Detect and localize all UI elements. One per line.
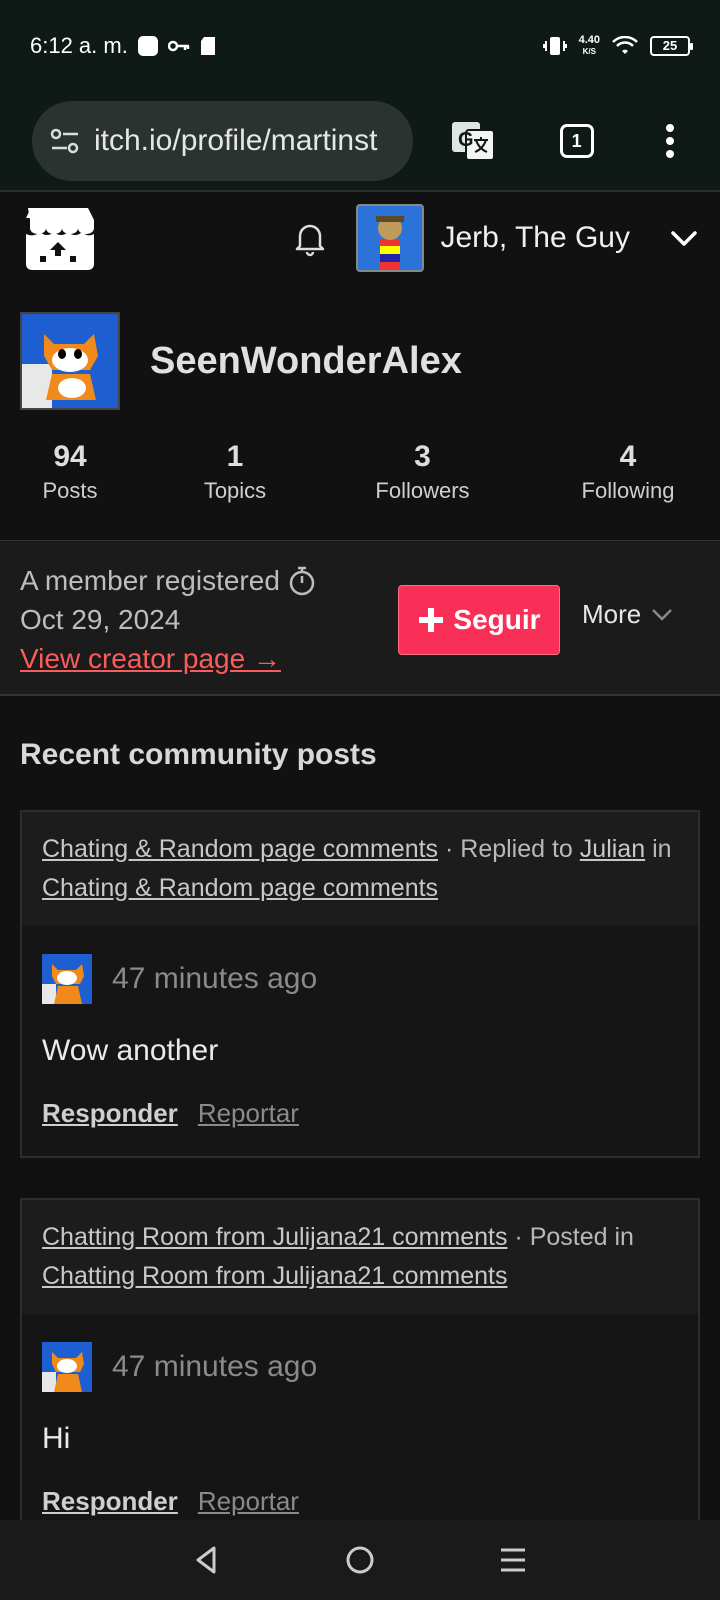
stat-label: Posts bbox=[42, 478, 98, 503]
stat-number: 4 bbox=[619, 440, 637, 473]
status-bar: 6:12 a. m. 4.40 K/S 25 bbox=[0, 0, 720, 92]
report-link[interactable]: Reportar bbox=[198, 1098, 299, 1129]
more-label: More bbox=[582, 599, 642, 629]
recents-icon[interactable] bbox=[498, 1545, 528, 1575]
profile-avatar bbox=[20, 312, 120, 410]
post-actions: Responder Reportar bbox=[42, 1098, 678, 1157]
view-creator-page-link[interactable]: View creator page → bbox=[20, 639, 316, 678]
back-icon[interactable] bbox=[192, 1545, 222, 1575]
reply-link[interactable]: Responder bbox=[42, 1486, 178, 1517]
url-text: itch.io/profile/martinst bbox=[94, 124, 378, 157]
chevron-down-icon[interactable] bbox=[668, 222, 700, 254]
tab-count: 1 bbox=[559, 124, 594, 158]
user-name[interactable]: Jerb, The Guy bbox=[440, 221, 630, 255]
stat-topics[interactable]: 1 Topics bbox=[190, 440, 280, 504]
more-dropdown[interactable]: More bbox=[582, 599, 673, 630]
post-context: Chating & Random page comments · Replied… bbox=[22, 812, 698, 926]
notifications-bell-icon[interactable] bbox=[290, 218, 330, 258]
member-info: A member registered Oct 29, 2024 View cr… bbox=[20, 561, 316, 678]
itch-logo-icon[interactable] bbox=[20, 202, 96, 274]
status-system-icons: 4.40 K/S 25 bbox=[542, 34, 693, 57]
sd-card-icon bbox=[200, 37, 215, 55]
stat-posts[interactable]: 94 Posts bbox=[30, 440, 110, 504]
topic-link[interactable]: Chating & Random page comments bbox=[42, 835, 438, 863]
status-notification-icons bbox=[137, 36, 216, 56]
post-body: 47 minutes ago Hi Responder Reportar bbox=[22, 1314, 698, 1545]
post-timestamp[interactable]: 47 minutes ago bbox=[112, 962, 317, 996]
section-title: Recent community posts bbox=[20, 738, 377, 771]
stat-number: 1 bbox=[226, 440, 244, 473]
svg-text:G: G bbox=[458, 129, 474, 151]
follow-button[interactable]: Seguir bbox=[398, 585, 560, 655]
network-speed: 4.40 K/S bbox=[578, 34, 600, 57]
wifi-icon bbox=[612, 36, 638, 54]
post-author-avatar[interactable] bbox=[42, 1342, 92, 1392]
site-settings-icon[interactable] bbox=[50, 128, 80, 154]
home-icon[interactable] bbox=[345, 1545, 375, 1575]
key-icon bbox=[167, 40, 190, 52]
post-timestamp[interactable]: 47 minutes ago bbox=[112, 1350, 317, 1384]
post-text: Wow another bbox=[42, 1034, 219, 1067]
post-author-avatar[interactable] bbox=[42, 954, 92, 1004]
post-body: 47 minutes ago Wow another Responder Rep… bbox=[22, 926, 698, 1157]
post-meta: 47 minutes ago bbox=[42, 1342, 678, 1392]
more-vert-icon bbox=[666, 124, 675, 158]
stat-followers[interactable]: 3 Followers bbox=[360, 440, 485, 504]
profile-header: SeenWonderAlex bbox=[20, 312, 462, 410]
community-post: Chatting Room from Julijana21 comments ·… bbox=[20, 1198, 700, 1538]
status-time: 6:12 a. m. bbox=[30, 33, 128, 58]
translate-button[interactable]: G bbox=[443, 111, 503, 171]
stat-label: Followers bbox=[375, 478, 470, 503]
stat-label: Topics bbox=[203, 478, 267, 503]
author-avatar-image bbox=[42, 954, 92, 1004]
translate-icon: G bbox=[452, 122, 496, 161]
site-header: Jerb, The Guy bbox=[0, 192, 720, 284]
author-avatar-image bbox=[42, 1342, 92, 1392]
vibrate-icon bbox=[542, 37, 567, 55]
member-registered-text: A member registered bbox=[20, 565, 280, 596]
post-context: Chatting Room from Julijana21 comments ·… bbox=[22, 1200, 698, 1314]
browser-toolbar: itch.io/profile/martinst G 1 bbox=[0, 92, 720, 192]
chevron-down-icon bbox=[652, 608, 673, 621]
stat-following[interactable]: 4 Following bbox=[566, 440, 690, 504]
browser-menu-button[interactable] bbox=[640, 111, 700, 171]
stat-number: 94 bbox=[53, 440, 87, 473]
plus-icon bbox=[419, 608, 444, 632]
post-meta: 47 minutes ago bbox=[42, 954, 678, 1004]
post-text: Hi bbox=[42, 1422, 71, 1455]
app-notification-icon bbox=[137, 36, 158, 56]
topic-link[interactable]: Chatting Room from Julijana21 comments bbox=[42, 1223, 507, 1251]
tab-switcher-button[interactable]: 1 bbox=[547, 111, 607, 171]
profile-stats: 94 Posts 1 Topics 3 Followers 4 Followin… bbox=[0, 440, 720, 540]
stat-label: Following bbox=[581, 478, 675, 503]
member-date: Oct 29, 2024 bbox=[20, 604, 181, 635]
user-avatar-image bbox=[358, 206, 423, 270]
system-nav-bar bbox=[0, 1520, 720, 1600]
member-info-strip: A member registered Oct 29, 2024 View cr… bbox=[0, 540, 720, 696]
stopwatch-icon bbox=[289, 566, 315, 595]
reply-target-link[interactable]: Julian bbox=[580, 835, 645, 863]
address-bar[interactable]: itch.io/profile/martinst bbox=[32, 101, 414, 181]
user-avatar[interactable] bbox=[356, 204, 425, 272]
board-link[interactable]: Chating & Random page comments bbox=[42, 874, 438, 902]
board-link[interactable]: Chatting Room from Julijana21 comments bbox=[42, 1262, 507, 1290]
profile-avatar-image bbox=[22, 314, 118, 408]
profile-name: SeenWonderAlex bbox=[150, 339, 462, 382]
community-post: Chating & Random page comments · Replied… bbox=[20, 810, 700, 1158]
reply-link[interactable]: Responder bbox=[42, 1098, 178, 1129]
follow-button-label: Seguir bbox=[453, 604, 541, 635]
report-link[interactable]: Reportar bbox=[198, 1486, 299, 1517]
stat-number: 3 bbox=[414, 440, 431, 473]
header-user-area: Jerb, The Guy bbox=[290, 204, 700, 272]
battery-indicator: 25 bbox=[650, 36, 693, 56]
